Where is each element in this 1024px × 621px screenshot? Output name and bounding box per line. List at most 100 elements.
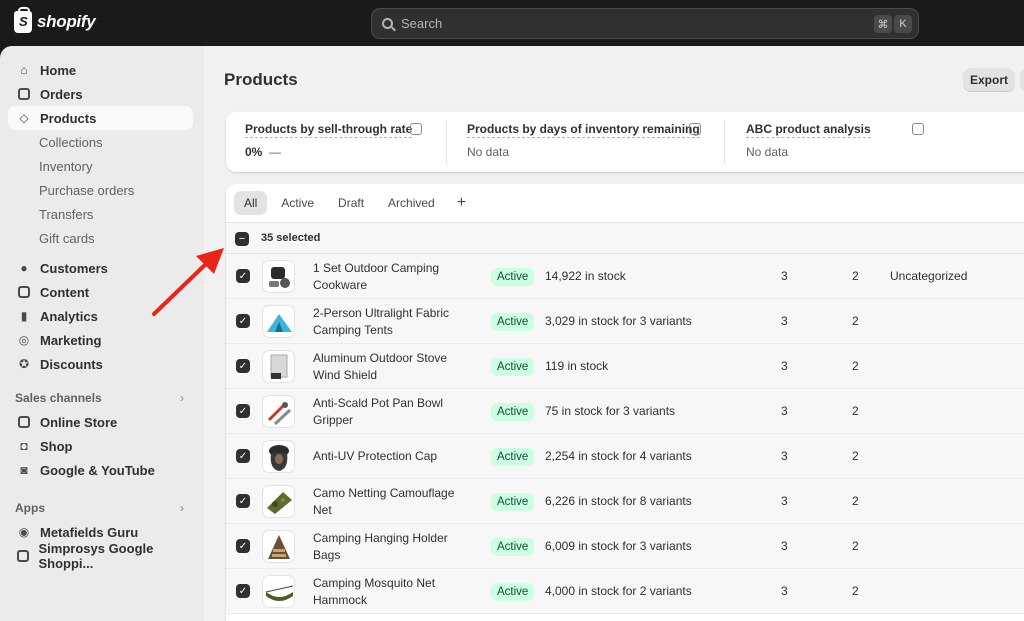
google-icon: ◙ bbox=[20, 463, 28, 477]
chevron-right-icon[interactable]: › bbox=[180, 391, 184, 405]
sidebar: ⌂ Home Orders ◇ Products Collections Inv… bbox=[0, 46, 204, 621]
discount-icon: ✪ bbox=[18, 357, 30, 371]
status-badge: Active bbox=[491, 313, 535, 331]
tag-icon: ◇ bbox=[19, 111, 29, 125]
chart-search-icon[interactable] bbox=[410, 123, 422, 135]
metric-abc-analysis[interactable]: ABC product analysis No data bbox=[746, 121, 871, 159]
product-title[interactable]: 1 Set Outdoor Camping Cookware bbox=[313, 260, 463, 294]
table-row[interactable]: ✓ Camping Mosquito Net Hammock Active 4,… bbox=[226, 569, 1024, 614]
inventory-cell: 4,000 in stock for 2 variants bbox=[545, 584, 692, 598]
selected-count: 35 selected bbox=[261, 232, 321, 244]
metafields-icon: ◉ bbox=[18, 525, 30, 539]
select-all-checkbox[interactable]: − bbox=[235, 232, 249, 246]
product-thumbnail bbox=[262, 485, 295, 518]
product-thumbnail bbox=[262, 440, 295, 473]
sidebar-item-shop[interactable]: ◘ Shop bbox=[8, 434, 193, 458]
table-row[interactable]: ✓ Anti-Scald Pot Pan Bowl Gripper Active… bbox=[226, 389, 1024, 434]
apps-heading: Apps bbox=[15, 501, 45, 515]
sidebar-sub-inventory[interactable]: Inventory bbox=[39, 159, 92, 174]
tab-active[interactable]: Active bbox=[271, 191, 324, 215]
inventory-cell: 14,922 in stock bbox=[545, 269, 626, 283]
product-title[interactable]: Anti-UV Protection Cap bbox=[313, 448, 463, 465]
page-title: Products bbox=[224, 70, 298, 89]
row-checkbox[interactable]: ✓ bbox=[236, 359, 250, 373]
sales-channels-heading: Sales channels bbox=[15, 391, 102, 405]
sidebar-item-google-youtube[interactable]: ◙ Google & YouTube bbox=[8, 458, 193, 482]
sidebar-sub-gift-cards[interactable]: Gift cards bbox=[39, 231, 95, 246]
product-title[interactable]: Camo Netting Camouflage Net bbox=[313, 485, 463, 519]
tab-all[interactable]: All bbox=[234, 191, 268, 215]
table-row[interactable]: ✓ Camping Hanging Holder Bags Active 6,0… bbox=[226, 524, 1024, 569]
row-checkbox[interactable]: ✓ bbox=[236, 449, 250, 463]
chart-search-icon[interactable] bbox=[689, 123, 701, 135]
shopify-bag-icon: S bbox=[14, 7, 32, 33]
sidebar-item-home[interactable]: ⌂ Home bbox=[8, 58, 193, 82]
shopify-logo[interactable]: S shopify bbox=[14, 7, 96, 33]
sidebar-item-online-store[interactable]: Online Store bbox=[8, 410, 193, 434]
table-row[interactable]: ✓ 2-Person Ultralight Fabric Camping Ten… bbox=[226, 299, 1024, 344]
markets-cell: 2 bbox=[852, 359, 859, 373]
inventory-cell: 119 in stock bbox=[545, 359, 609, 373]
target-icon: ◎ bbox=[18, 333, 30, 347]
product-thumbnail bbox=[262, 260, 295, 293]
sidebar-item-content[interactable]: Content bbox=[8, 280, 193, 304]
table-row[interactable]: ✓ Camo Netting Camouflage Net Active 6,2… bbox=[226, 479, 1024, 524]
tab-archived[interactable]: Archived bbox=[378, 191, 445, 215]
product-title[interactable]: Camping Hanging Holder Bags bbox=[313, 530, 463, 564]
sidebar-sub-collections[interactable]: Collections bbox=[39, 135, 103, 150]
more-actions-button[interactable] bbox=[1020, 68, 1024, 92]
metric-sell-through[interactable]: Products by sell-through rate 0% — bbox=[245, 121, 413, 159]
sidebar-item-discounts[interactable]: ✪ Discounts bbox=[8, 352, 193, 376]
sidebar-sub-purchase-orders[interactable]: Purchase orders bbox=[39, 183, 134, 198]
product-title[interactable]: Anti-Scald Pot Pan Bowl Gripper bbox=[313, 395, 463, 429]
products-table: All Active Draft Archived + − 35 selecte… bbox=[226, 184, 1024, 621]
row-checkbox[interactable]: ✓ bbox=[236, 404, 250, 418]
chevron-right-icon[interactable]: › bbox=[180, 501, 184, 515]
status-badge: Active bbox=[491, 268, 535, 286]
row-checkbox[interactable]: ✓ bbox=[236, 539, 250, 553]
status-badge: Active bbox=[491, 358, 535, 376]
shop-icon: ◘ bbox=[20, 439, 28, 453]
markets-cell: 2 bbox=[852, 584, 859, 598]
inventory-cell: 6,226 in stock for 8 variants bbox=[545, 494, 692, 508]
metric-days-inventory[interactable]: Products by days of inventory remaining … bbox=[467, 121, 700, 159]
row-checkbox[interactable]: ✓ bbox=[236, 494, 250, 508]
add-view-button[interactable]: + bbox=[449, 194, 474, 212]
markets-cell: 2 bbox=[852, 269, 859, 283]
table-row[interactable]: ✓ 1 Set Outdoor Camping Cookware Active … bbox=[226, 254, 1024, 299]
sidebar-item-marketing[interactable]: ◎ Marketing bbox=[8, 328, 193, 352]
sidebar-item-simprosys[interactable]: Simprosys Google Shoppi... bbox=[8, 541, 193, 571]
export-button[interactable]: Export bbox=[963, 68, 1015, 92]
status-badge: Active bbox=[491, 448, 535, 466]
simprosys-icon bbox=[17, 549, 30, 563]
product-thumbnail bbox=[262, 395, 295, 428]
search-input[interactable]: Search ⌘ K bbox=[371, 8, 919, 39]
product-title[interactable]: Aluminum Outdoor Stove Wind Shield bbox=[313, 350, 463, 384]
chart-search-icon[interactable] bbox=[912, 123, 924, 135]
table-row[interactable]: ✓ Anti-UV Protection Cap Active 2,254 in… bbox=[226, 434, 1024, 479]
sidebar-sub-transfers[interactable]: Transfers bbox=[39, 207, 93, 222]
sales-channels-cell: 3 bbox=[781, 404, 788, 418]
tab-draft[interactable]: Draft bbox=[328, 191, 374, 215]
sidebar-item-analytics[interactable]: ▮ Analytics bbox=[8, 304, 193, 328]
status-badge: Active bbox=[491, 583, 535, 601]
command-key-badge: ⌘ bbox=[874, 15, 892, 33]
sales-channels-cell: 3 bbox=[781, 359, 788, 373]
sidebar-item-customers[interactable]: ● Customers bbox=[8, 256, 193, 280]
sidebar-item-products[interactable]: ◇ Products bbox=[8, 106, 193, 130]
table-row[interactable]: ✓ Aluminum Outdoor Stove Wind Shield Act… bbox=[226, 344, 1024, 389]
analytics-metrics-card: Products by sell-through rate 0% — Produ… bbox=[226, 112, 1024, 172]
inventory-cell: 6,009 in stock for 3 variants bbox=[545, 539, 692, 553]
row-checkbox[interactable]: ✓ bbox=[236, 314, 250, 328]
markets-cell: 2 bbox=[852, 494, 859, 508]
product-title[interactable]: 2-Person Ultralight Fabric Camping Tents bbox=[313, 305, 463, 339]
store-icon bbox=[17, 415, 31, 429]
product-thumbnail bbox=[262, 305, 295, 338]
product-title[interactable]: Camping Mosquito Net Hammock bbox=[313, 575, 463, 609]
row-checkbox[interactable]: ✓ bbox=[236, 269, 250, 283]
product-thumbnail bbox=[262, 350, 295, 383]
row-checkbox[interactable]: ✓ bbox=[236, 584, 250, 598]
sales-channels-cell: 3 bbox=[781, 584, 788, 598]
sidebar-item-orders[interactable]: Orders bbox=[8, 82, 193, 106]
sales-channels-cell: 3 bbox=[781, 494, 788, 508]
